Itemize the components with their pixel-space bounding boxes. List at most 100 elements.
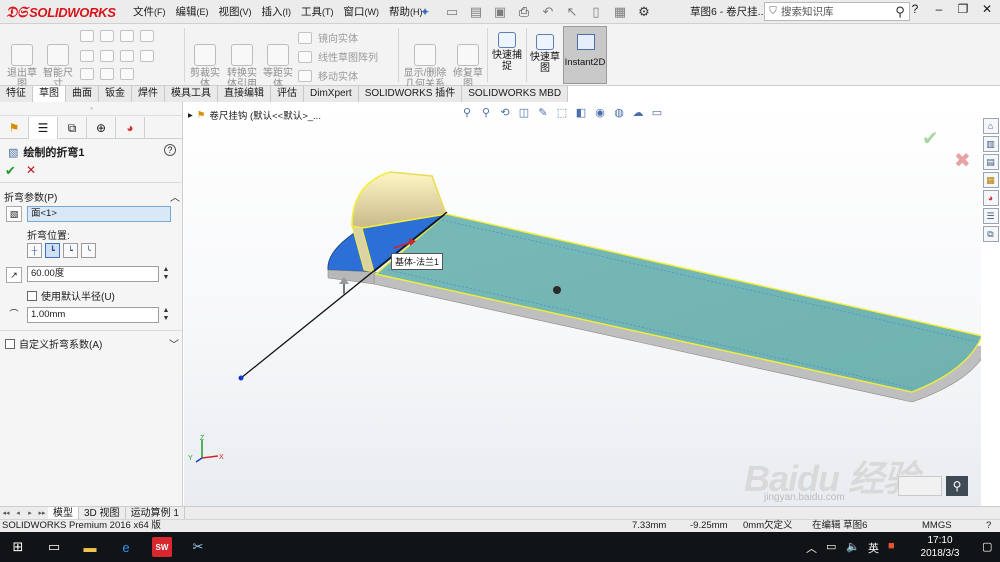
menu-edit[interactable]: 编辑(E)	[171, 0, 214, 24]
use-default-radius-checkbox[interactable]: 使用默认半径(U)	[27, 288, 115, 303]
zoom-to-area-icon[interactable]: ⚲	[479, 106, 493, 120]
help-icon[interactable]: ?	[164, 144, 176, 156]
tab-addins[interactable]: SOLIDWORKS 插件	[358, 86, 463, 102]
bend-outside-option-icon[interactable]: ╰	[81, 243, 96, 258]
material-outside-option-icon[interactable]: ┕	[63, 243, 78, 258]
view-settings-icon[interactable]: ▭	[650, 106, 664, 120]
instant2d-button[interactable]: Instant2D	[563, 26, 607, 84]
custom-properties-icon[interactable]: ☰	[982, 208, 999, 224]
minimize-button[interactable]: –	[932, 2, 946, 16]
next-tab-arrow-icon[interactable]: ▸	[24, 509, 36, 517]
prev-tab-arrow-icon[interactable]: ◂	[12, 509, 24, 517]
solidworks-forum-icon[interactable]: ⧉	[982, 226, 999, 242]
tab-dimxpert[interactable]: DimXpert	[304, 86, 359, 102]
search-icon[interactable]: ⚲	[891, 4, 909, 20]
tab-mold-tools[interactable]: 模具工具	[165, 86, 218, 102]
snipping-tool-icon[interactable]: ✂	[188, 537, 208, 557]
bend-parameters-header[interactable]: 折弯参数(P) ︿	[4, 189, 180, 204]
line-tool-icon[interactable]	[80, 30, 94, 42]
undo-icon[interactable]: ↶	[540, 3, 556, 21]
fillet-tool-icon[interactable]	[100, 68, 114, 80]
volume-icon[interactable]: 🔈	[846, 540, 860, 553]
tab-surfaces[interactable]: 曲面	[66, 86, 99, 102]
text-tool-icon[interactable]	[140, 50, 154, 62]
plane-tool-icon[interactable]	[120, 68, 134, 80]
bend-centerline-option-icon[interactable]: ┼	[27, 243, 42, 258]
slot-tool-icon[interactable]	[80, 68, 94, 80]
checkbox-box[interactable]	[5, 338, 15, 349]
custom-bend-allowance-checkbox[interactable]: 自定义折弯系数(A) ﹀	[5, 336, 179, 351]
windows-start-icon[interactable]: ⊞	[8, 537, 28, 557]
input-method-indicator[interactable]: 英	[868, 540, 879, 556]
tab-weldments[interactable]: 焊件	[132, 86, 165, 102]
polygon-tool-icon[interactable]	[120, 50, 134, 62]
tab-sheet-metal[interactable]: 钣金	[99, 86, 132, 102]
restore-button[interactable]: ❐	[956, 2, 970, 16]
pane-grip[interactable]: ◦	[0, 102, 183, 116]
exit-sketch-button[interactable]: 退出草图	[6, 44, 38, 90]
arc-tool-icon[interactable]	[100, 50, 114, 62]
print-icon[interactable]: ⎙	[516, 3, 532, 21]
file-explorer-taskbar-icon[interactable]: ▬	[80, 537, 100, 557]
ime-app-icon[interactable]: ■	[888, 540, 895, 552]
pin-icon[interactable]: ✦	[420, 5, 430, 19]
help-icon[interactable]: ?	[908, 2, 922, 16]
tab-3d-views[interactable]: 3D 视图	[79, 506, 126, 520]
trim-entities-button[interactable]: 剪裁实体	[188, 44, 222, 90]
cancel-button[interactable]: ✕	[26, 163, 36, 177]
quick-snaps-button[interactable]: 快速捕捉	[490, 32, 524, 72]
tray-expand-icon[interactable]: ︿	[806, 540, 817, 556]
solidworks-logo[interactable]: 𝔇𝔖 SOLIDWORKS	[6, 4, 116, 21]
previous-view-icon[interactable]: ⟲	[498, 106, 512, 120]
knowledge-search[interactable]: ⛉ 搜索知识库 ⚲	[764, 2, 910, 21]
edit-appearance-icon[interactable]: ◍	[612, 106, 626, 120]
dynamic-annotation-icon[interactable]: ✎	[536, 106, 550, 120]
menu-tools[interactable]: 工具(T)	[296, 0, 339, 24]
section-view-icon[interactable]: ◫	[517, 106, 531, 120]
feature-tree-flyout[interactable]: ▸ ⚑ 卷尺挂钩 (默认<<默认>_...	[188, 108, 321, 123]
spline-tool-icon[interactable]	[120, 30, 134, 42]
edge-browser-icon[interactable]: e	[116, 537, 136, 557]
show-relations-button[interactable]: 显示/删除几何关系	[402, 44, 448, 90]
open-folder-icon[interactable]: ▤	[468, 3, 484, 21]
fixed-face-selection-field[interactable]: 面<1>	[27, 206, 171, 222]
first-tab-arrow-icon[interactable]: ◂◂	[0, 509, 12, 517]
confirmation-ok-icon[interactable]: ✔	[922, 126, 939, 151]
task-view-icon[interactable]: ▭	[44, 537, 64, 557]
smart-dimension-button[interactable]: 智能尺寸	[42, 44, 74, 90]
tab-sketch[interactable]: 草图	[33, 86, 66, 102]
offset-entities-button[interactable]: 等距实体	[262, 44, 294, 90]
circle-tool-icon[interactable]	[100, 30, 114, 42]
appearances-icon[interactable]: ◕	[982, 190, 999, 206]
property-manager-tab-icon[interactable]: ☰	[29, 117, 58, 139]
feature-manager-tab-icon[interactable]: ⚑	[0, 117, 29, 139]
ok-button[interactable]: ✔	[5, 163, 16, 179]
angle-spin-buttons[interactable]: ▲ ▼	[161, 266, 171, 282]
graphics-area[interactable]: ▸ ⚑ 卷尺挂钩 (默认<<默认>_... ⚲ ⚲ ⟲ ◫ ✎ ⬚ ◧ ◉ ◍ …	[184, 102, 981, 506]
rapid-sketch-button[interactable]: 快速草图	[528, 34, 562, 74]
repair-sketch-button[interactable]: 修复草图	[452, 44, 484, 90]
collapse-chevron-icon[interactable]: ︿	[170, 189, 180, 204]
move-entities-button[interactable]: 移动实体	[298, 68, 358, 83]
search-icon[interactable]: ⚲	[946, 476, 968, 496]
save-icon[interactable]: ▣	[492, 3, 508, 21]
new-document-icon[interactable]: ▭	[444, 3, 460, 21]
mirror-entities-button[interactable]: 镜向实体	[298, 30, 358, 45]
expand-chevron-icon[interactable]: ﹀	[169, 336, 179, 351]
menu-view[interactable]: 视图(V)	[214, 0, 257, 24]
hide-show-items-icon[interactable]: ◉	[593, 106, 607, 120]
bend-angle-input[interactable]: 60.00度	[27, 266, 159, 282]
design-library-icon[interactable]: ▥	[982, 136, 999, 152]
material-inside-option-icon[interactable]: ┗	[45, 243, 60, 258]
rectangle-tool-icon[interactable]	[80, 50, 94, 62]
tab-motion-study[interactable]: 运动算例 1	[126, 506, 185, 520]
view-palette-icon[interactable]: ▦	[982, 172, 999, 188]
tab-direct-editing[interactable]: 直接编辑	[218, 86, 271, 102]
file-properties-icon[interactable]: ▦	[612, 3, 628, 21]
tab-evaluate[interactable]: 评估	[271, 86, 304, 102]
tab-features[interactable]: 特征	[0, 86, 33, 102]
rebuild-icon[interactable]: ▯	[588, 3, 604, 21]
configuration-manager-tab-icon[interactable]: ⧉	[58, 117, 87, 139]
display-style-icon[interactable]: ◧	[574, 106, 588, 120]
notifications-icon[interactable]: ▢	[982, 540, 992, 553]
